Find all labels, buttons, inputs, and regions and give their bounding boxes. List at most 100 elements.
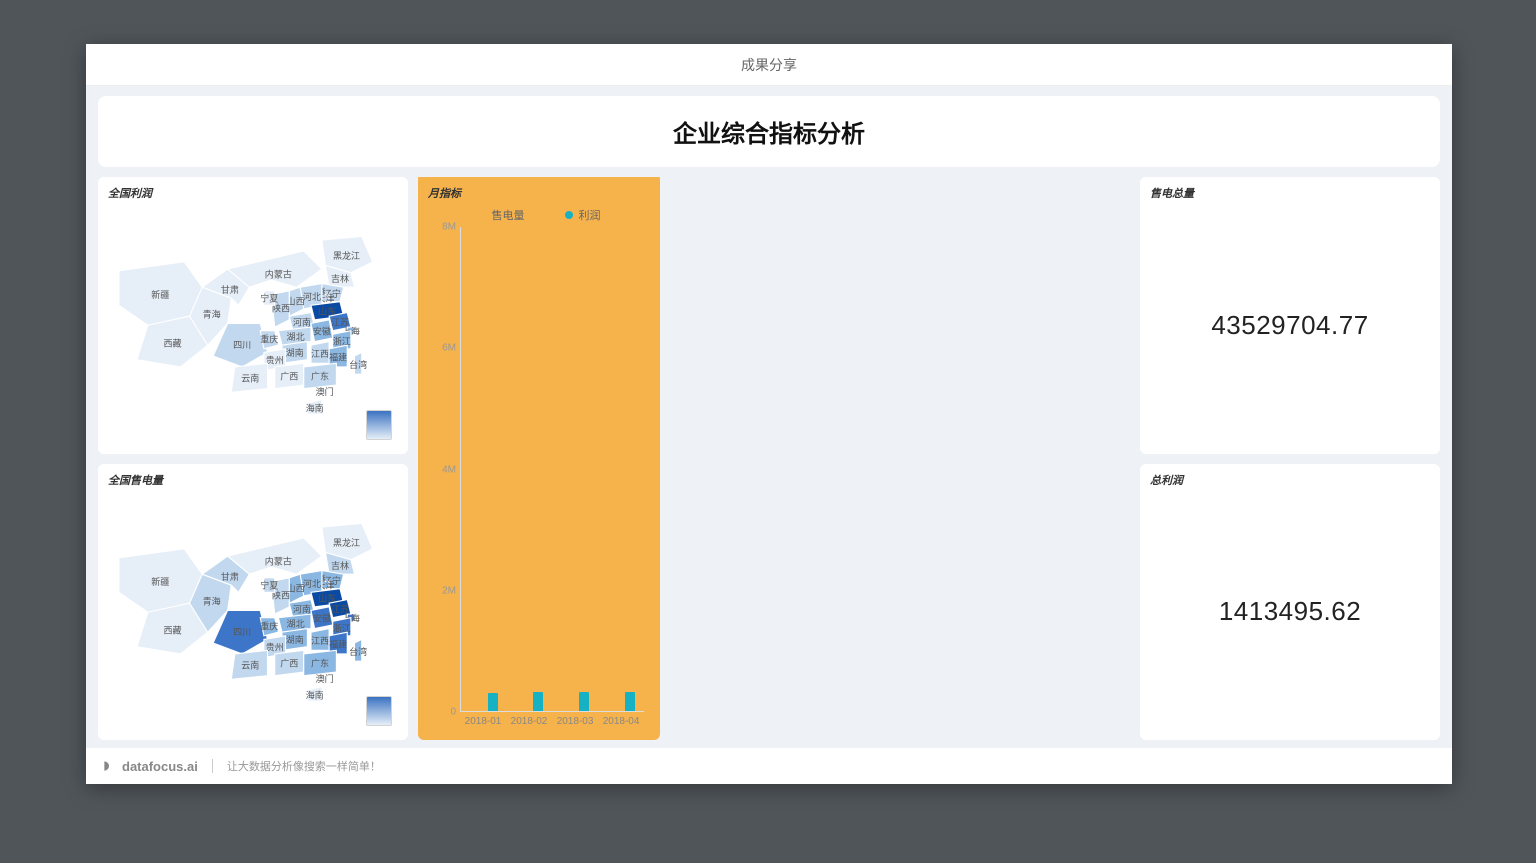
province-label: 广东: [311, 657, 329, 668]
province-label: 内蒙古: [265, 269, 292, 280]
legend-swatch-icon: [478, 211, 486, 219]
province-label: 贵州: [266, 641, 284, 652]
province-label: 安徽: [313, 325, 331, 336]
province-label: 江西: [311, 635, 329, 645]
legend-swatch-icon: [565, 211, 573, 219]
sheet-body: 企业综合指标分析 全国利润 新疆西藏青海甘肃内蒙古黑龙江吉林辽宁北京天津河北山西…: [86, 86, 1452, 748]
province-label: 新疆: [151, 576, 169, 587]
province-label: 黑龙江: [333, 536, 360, 547]
province-label: 云南: [241, 659, 259, 670]
footer-tagline: 让大数据分析像搜索一样简单！: [227, 758, 381, 774]
brand-logo[interactable]: datafocus.ai: [102, 759, 198, 774]
card-title: 总利润: [1150, 472, 1430, 488]
province-label: 西藏: [163, 624, 181, 635]
map-legend-icon: [366, 410, 392, 440]
province-label: 甘肃: [221, 284, 239, 295]
x-tick-label: 2018-01: [460, 712, 506, 732]
bar-series1[interactable]: [516, 275, 532, 711]
dashboard-sheet: 成果分享 企业综合指标分析 全国利润 新疆西藏青海甘肃内蒙古黑龙江吉林辽宁北京天…: [86, 44, 1452, 784]
bar-group[interactable]: [553, 227, 599, 711]
province-label: 河南: [293, 603, 311, 614]
map-card-profit[interactable]: 全国利润 新疆西藏青海甘肃内蒙古黑龙江吉林辽宁北京天津河北山西山东河南陕西宁夏四…: [98, 177, 408, 454]
kpi-value: 1413495.62: [1150, 492, 1430, 733]
province-label: 海南: [306, 402, 324, 413]
y-tick-label: 8M: [432, 222, 456, 233]
province-label: 福建: [329, 352, 347, 363]
bar-chart[interactable]: 02M4M6M8M 2018-012018-022018-032018-04: [428, 227, 650, 732]
card-title: 全国售电量: [108, 472, 398, 488]
province-label: 新疆: [151, 289, 169, 300]
x-tick-label: 2018-04: [598, 712, 644, 732]
kpi-card-total-sales[interactable]: 售电总量 43529704.77: [1140, 177, 1440, 454]
province-label: 江西: [311, 349, 329, 359]
legend-item-series2[interactable]: 利润: [565, 207, 601, 223]
y-tick-label: 6M: [432, 343, 456, 354]
province-label: 吉林: [331, 559, 349, 570]
province-label: 吉林: [331, 273, 349, 284]
province-label: 澳门: [316, 673, 334, 684]
china-map-sales[interactable]: 新疆西藏青海甘肃内蒙古黑龙江吉林辽宁北京天津河北山西山东河南陕西宁夏四川重庆湖北…: [108, 492, 398, 733]
bar-series2[interactable]: [579, 692, 589, 711]
bar-series2[interactable]: [533, 692, 543, 711]
province-label: 台湾: [349, 359, 367, 370]
y-tick-label: 0: [432, 707, 456, 718]
bar-series1[interactable]: [562, 245, 578, 711]
bar-group[interactable]: [507, 227, 553, 711]
y-tick-label: 2M: [432, 585, 456, 596]
brand-icon: [102, 759, 116, 773]
china-map-svg: 新疆西藏青海甘肃内蒙古黑龙江吉林辽宁北京天津河北山西山东河南陕西宁夏四川重庆湖北…: [108, 205, 398, 446]
bar-group[interactable]: [461, 227, 507, 711]
legend-label: 售电量: [492, 207, 525, 223]
province-label: 四川: [233, 627, 251, 637]
plot-area: 02M4M6M8M: [460, 227, 644, 712]
x-tick-label: 2018-02: [506, 712, 552, 732]
bar-series2[interactable]: [488, 693, 498, 711]
sheet-header-title: 成果分享: [741, 55, 797, 75]
map-legend-icon: [366, 696, 392, 726]
province-label: 湖北: [287, 332, 305, 342]
map-card-sales[interactable]: 全国售电量 新疆西藏青海甘肃内蒙古黑龙江吉林辽宁北京天津河北山西山东河南陕西宁夏…: [98, 464, 408, 741]
province-label: 河北: [303, 577, 321, 588]
kpi-card-total-profit[interactable]: 总利润 1413495.62: [1140, 464, 1440, 741]
dashboard-title-card: 企业综合指标分析: [98, 96, 1440, 167]
province-label: 广西: [280, 657, 298, 668]
province-label: 河南: [293, 316, 311, 327]
province-label: 湖南: [286, 634, 304, 645]
province-label: 广西: [280, 371, 298, 382]
card-title: 售电总量: [1150, 185, 1430, 201]
province-label: 湖南: [286, 347, 304, 358]
province-label: 澳门: [316, 386, 334, 397]
province-label: 青海: [203, 595, 221, 606]
china-map-profit[interactable]: 新疆西藏青海甘肃内蒙古黑龙江吉林辽宁北京天津河北山西山东河南陕西宁夏四川重庆湖北…: [108, 205, 398, 446]
province-label: 山东: [318, 305, 336, 316]
province-label: 浙江: [333, 622, 351, 633]
province-label: 内蒙古: [265, 555, 292, 566]
province-label: 西藏: [163, 337, 181, 348]
card-title: 全国利润: [108, 185, 398, 201]
province-label: 湖北: [287, 618, 305, 628]
province-label: 重庆: [260, 620, 278, 631]
bar-series1[interactable]: [470, 306, 486, 711]
bar-chart-card[interactable]: 月指标 售电量 利润 02M4M6M8M 2: [418, 177, 660, 740]
province-label: 四川: [233, 340, 251, 350]
legend-item-series1[interactable]: 售电量: [478, 207, 525, 223]
province-label: 河北: [303, 291, 321, 302]
province-label: 海南: [306, 689, 324, 700]
footer-divider: [212, 759, 213, 773]
chart-legend: 售电量 利润: [428, 207, 650, 223]
bar-series2[interactable]: [625, 692, 635, 711]
dashboard-title: 企业综合指标分析: [673, 121, 865, 148]
province-label: 甘肃: [221, 570, 239, 581]
footer: datafocus.ai 让大数据分析像搜索一样简单！: [86, 748, 1452, 784]
province-label: 广东: [311, 371, 329, 382]
y-tick-label: 4M: [432, 464, 456, 475]
bar-series1[interactable]: [607, 263, 623, 711]
province-label: 云南: [241, 372, 259, 383]
x-tick-label: 2018-03: [552, 712, 598, 732]
bar-group[interactable]: [598, 227, 644, 711]
province-label: 青海: [203, 309, 221, 320]
x-axis: 2018-012018-022018-032018-04: [460, 712, 644, 732]
province-label: 福建: [329, 638, 347, 649]
brand-text: datafocus.ai: [122, 759, 198, 774]
card-title: 月指标: [428, 185, 650, 201]
